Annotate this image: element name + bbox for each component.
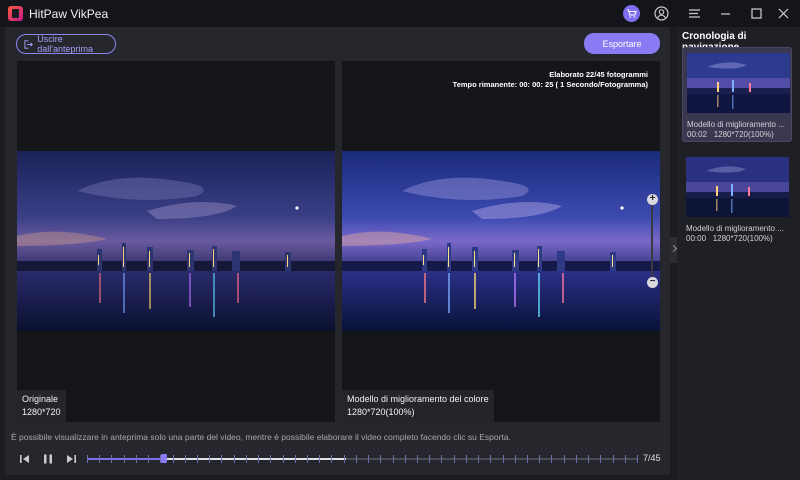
timeline-tick bbox=[380, 455, 381, 463]
timeline-tick bbox=[283, 455, 284, 463]
processing-status: Elaborato 22/45 fotogrammi Tempo rimanen… bbox=[453, 70, 648, 90]
enhanced-preview: Elaborato 22/45 fotogrammi Tempo rimanen… bbox=[342, 61, 660, 422]
timeline-tick bbox=[600, 455, 601, 463]
exit-preview-button[interactable]: Uscire dall'anteprima bbox=[16, 34, 116, 54]
zoom-in-icon[interactable]: + bbox=[647, 194, 658, 205]
exit-icon bbox=[24, 39, 33, 49]
timeline-tick bbox=[576, 455, 577, 463]
timeline-tick bbox=[197, 455, 198, 463]
enhanced-label: Modello di miglioramento del colore 1280… bbox=[342, 390, 494, 422]
timeline-slider[interactable] bbox=[87, 454, 638, 463]
timeline-tick bbox=[527, 455, 528, 463]
timeline-tick bbox=[515, 455, 516, 463]
timeline-tick bbox=[111, 455, 112, 463]
enhanced-video-frame bbox=[342, 151, 660, 331]
title-bar: HitPaw VikPea bbox=[0, 0, 800, 27]
maximize-icon[interactable] bbox=[748, 5, 765, 22]
enhanced-name: Modello di miglioramento del colore bbox=[347, 394, 489, 404]
app-logo-icon bbox=[8, 6, 23, 21]
timeline-tick bbox=[613, 455, 614, 463]
preview-note: È possibile visualizzare in anteprima so… bbox=[11, 432, 511, 442]
cart-icon[interactable] bbox=[623, 5, 640, 22]
app-title: HitPaw VikPea bbox=[29, 7, 109, 21]
timeline-tick bbox=[307, 455, 308, 463]
timeline-handle[interactable] bbox=[161, 454, 167, 463]
timeline-tick bbox=[393, 455, 394, 463]
minimize-icon[interactable] bbox=[717, 5, 734, 22]
menu-icon[interactable] bbox=[686, 5, 703, 22]
timeline-tick bbox=[258, 455, 259, 463]
history-item-name: Modello di miglioramento ... bbox=[686, 224, 784, 233]
timeline-tick bbox=[405, 455, 406, 463]
timeline-tick bbox=[319, 455, 320, 463]
timeline-tick bbox=[344, 455, 345, 463]
timeline-tick bbox=[368, 455, 369, 463]
timeline-tick bbox=[246, 455, 247, 463]
timeline-tick bbox=[503, 455, 504, 463]
timeline-tick bbox=[99, 455, 100, 463]
timeline-tick bbox=[625, 455, 626, 463]
history-sidebar: Cronologia di navigazione Modello di mig… bbox=[677, 27, 800, 480]
timeline-tick bbox=[148, 455, 149, 463]
timeline-tick bbox=[136, 455, 137, 463]
timeline-tick bbox=[539, 455, 540, 463]
history-item-duration: 00:00 bbox=[686, 234, 707, 243]
timeline-tick bbox=[588, 455, 589, 463]
history-thumbnail bbox=[686, 157, 789, 217]
original-label: Originale 1280*720 bbox=[17, 390, 66, 422]
pause-icon[interactable] bbox=[41, 452, 55, 466]
history-item-text: Modello di miglioramento ... 00:00 1280*… bbox=[686, 224, 784, 244]
zoom-slider[interactable] bbox=[651, 204, 653, 284]
timeline-tick bbox=[87, 455, 88, 463]
timeline-tick bbox=[637, 455, 638, 463]
history-item-text: Modello di miglioramento ... 00:02 1280*… bbox=[687, 120, 785, 140]
timeline-tick bbox=[429, 455, 430, 463]
timeline-tick bbox=[454, 455, 455, 463]
previous-frame-icon[interactable] bbox=[18, 452, 32, 466]
zoom-out-icon[interactable]: − bbox=[647, 277, 658, 288]
timeline-tick bbox=[551, 455, 552, 463]
exit-preview-label: Uscire dall'anteprima bbox=[37, 34, 93, 54]
timeline-tick bbox=[466, 455, 467, 463]
history-item[interactable]: Modello di miglioramento ... 00:02 1280*… bbox=[682, 47, 792, 142]
timeline-tick bbox=[124, 455, 125, 463]
timeline-tick bbox=[441, 455, 442, 463]
timeline-tick bbox=[490, 455, 491, 463]
timeline-tick bbox=[185, 455, 186, 463]
timeline-tick bbox=[564, 455, 565, 463]
timeline-tick bbox=[356, 455, 357, 463]
close-icon[interactable] bbox=[775, 5, 792, 22]
export-button[interactable]: Esportare bbox=[584, 33, 660, 54]
history-item[interactable]: Modello di miglioramento ... 00:00 1280*… bbox=[682, 152, 792, 247]
history-item-name: Modello di miglioramento ... bbox=[687, 120, 785, 129]
history-item-resolution: 1280*720(100%) bbox=[713, 130, 774, 139]
player-controls: 7/45 bbox=[10, 446, 669, 472]
timeline-tick bbox=[295, 455, 296, 463]
history-item-resolution: 1280*720(100%) bbox=[712, 234, 773, 243]
timeline-tick bbox=[478, 455, 479, 463]
remaining-time-text: Tempo rimanente: 00: 00: 25 ( 1 Secondo/… bbox=[452, 80, 648, 89]
timeline-tick bbox=[209, 455, 210, 463]
frame-counter: 7/45 bbox=[643, 453, 661, 463]
history-thumbnail bbox=[687, 53, 790, 113]
timeline-tick bbox=[173, 455, 174, 463]
timeline-tick bbox=[221, 455, 222, 463]
collapse-sidebar-icon[interactable] bbox=[670, 237, 677, 263]
original-preview: Originale 1280*720 bbox=[17, 61, 335, 422]
original-name: Originale bbox=[22, 394, 59, 404]
timeline-tick bbox=[331, 455, 332, 463]
timeline-tick bbox=[270, 455, 271, 463]
enhanced-resolution: 1280*720(100%) bbox=[347, 407, 415, 417]
history-item-duration: 00:02 bbox=[687, 130, 708, 139]
processed-frames-text: Elaborato 22/45 fotogrammi bbox=[549, 70, 648, 79]
next-frame-icon[interactable] bbox=[64, 452, 78, 466]
original-resolution: 1280*720 bbox=[22, 407, 61, 417]
original-video-frame bbox=[17, 151, 335, 331]
timeline-tick bbox=[234, 455, 235, 463]
timeline-tick bbox=[417, 455, 418, 463]
user-icon[interactable] bbox=[653, 5, 670, 22]
